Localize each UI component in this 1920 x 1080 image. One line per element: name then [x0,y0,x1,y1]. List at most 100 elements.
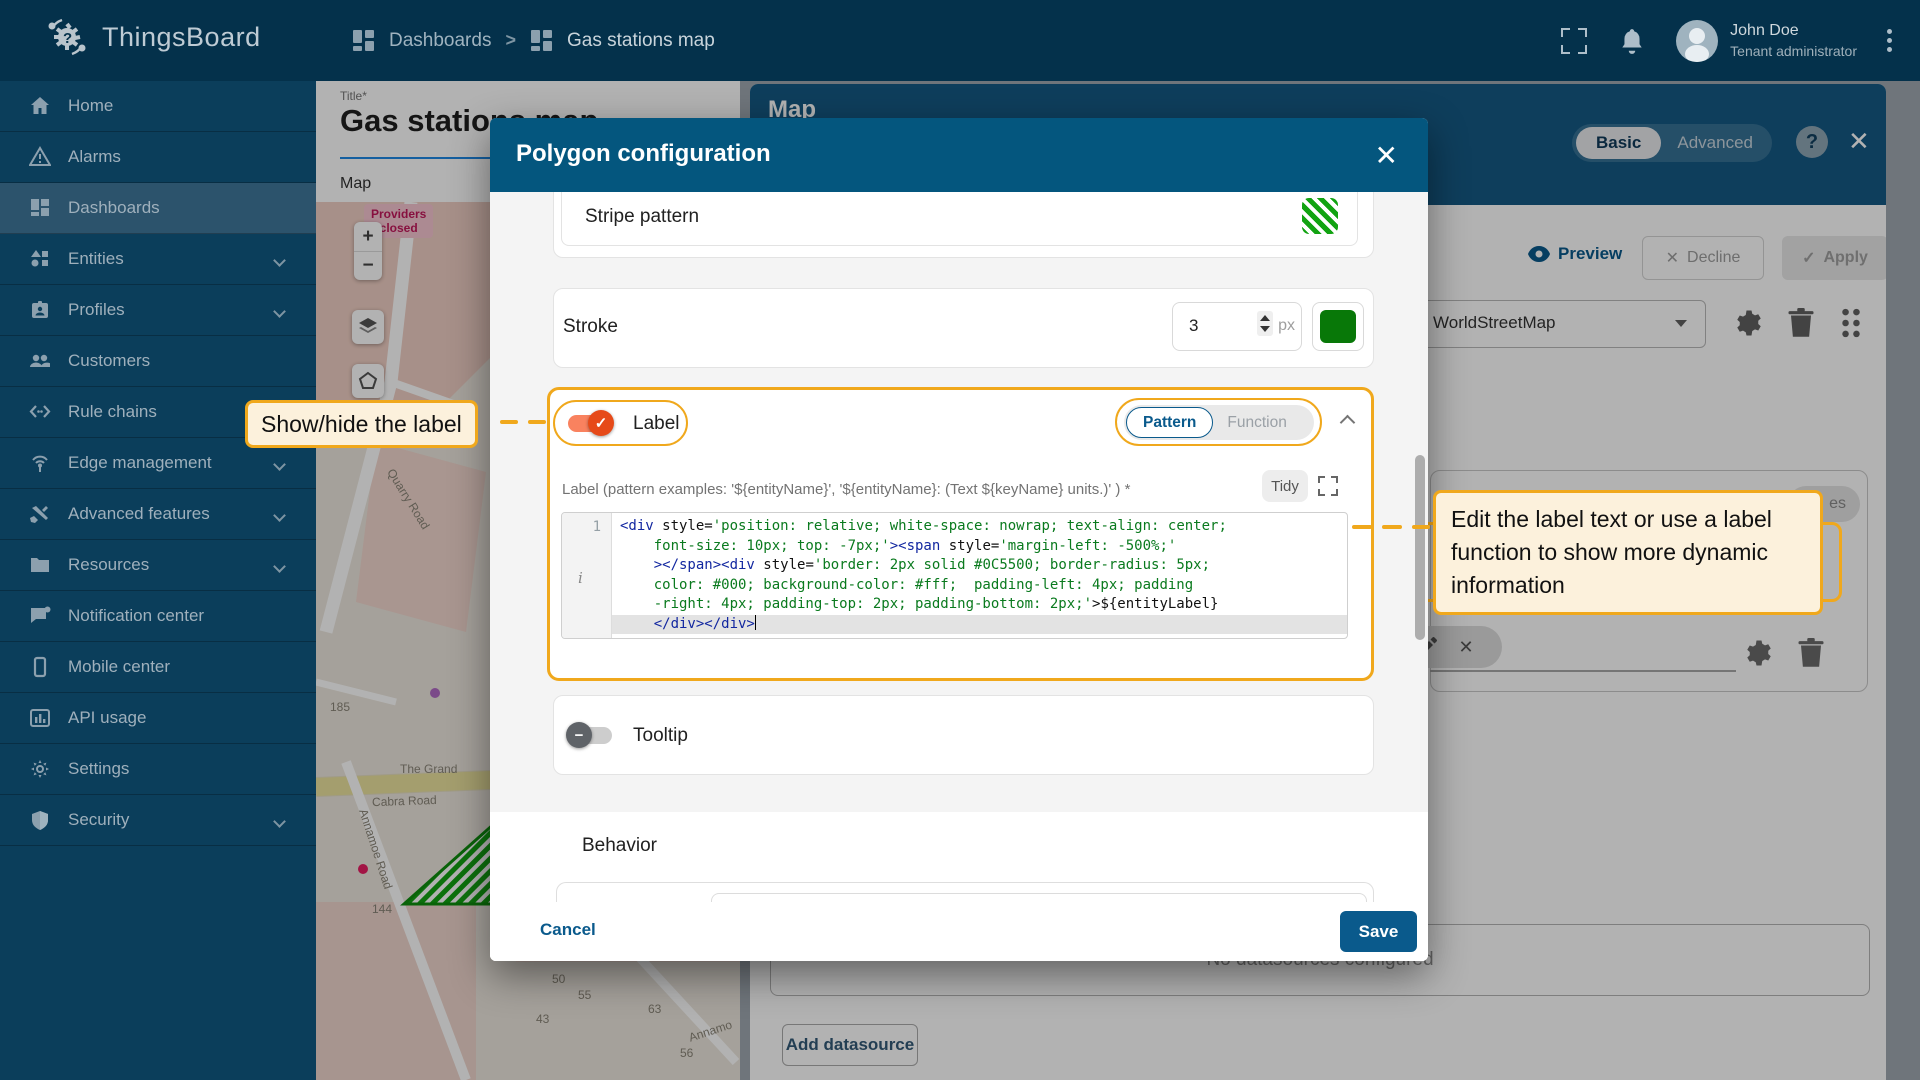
alarm-icon [28,145,52,169]
sidebar-item-mobile-center[interactable]: Mobile center [0,642,316,693]
zoom-out-button[interactable]: − [354,251,382,280]
stroke-unit-label: px [1278,317,1295,334]
label-pattern-code-editor[interactable]: 1 i <div style='position: relative; whit… [561,512,1348,639]
more-options-icon[interactable] [1887,29,1892,52]
map-road-label: The Grand [400,762,458,776]
settings-icon [28,757,52,781]
code-line: -right: 4px; padding-top: 2px; padding-b… [620,596,1219,612]
sidebar-item-label: Advanced features [68,504,210,523]
help-icon[interactable]: ? [1796,126,1828,158]
callout-text: Show/hide the label [261,411,462,437]
connector-dash [1352,525,1372,529]
breadcrumb: Dashboards > Gas stations map [352,0,715,81]
code-fullscreen-icon[interactable] [1318,476,1338,496]
save-button[interactable]: Save [1340,911,1417,952]
sidebar-item-customers[interactable]: Customers [0,336,316,387]
sidebar-item-label: Dashboards [68,198,160,217]
tidy-button[interactable]: Tidy [1262,470,1308,502]
avatar[interactable] [1676,19,1719,62]
apply-button[interactable]: ✓ Apply [1782,236,1886,280]
title-field-label: Title* [340,89,367,103]
dialog-scrollbar[interactable] [1415,455,1425,640]
pattern-tab[interactable]: Pattern [1126,407,1214,438]
thingsboard-logo-icon: ? [44,14,90,60]
sidebar-item-home[interactable]: Home [0,81,316,132]
map-road-label: 50 [552,972,566,986]
code-line: </div></div> [612,614,1347,634]
resources-icon [28,553,52,577]
stroke-color-picker[interactable] [1312,302,1364,351]
user-role: Tenant administrator [1730,43,1857,59]
user-menu[interactable]: John Doe Tenant administrator [1676,19,1857,62]
dashboard-grid-icon [530,29,553,52]
sidebar-item-advanced-features[interactable]: Advanced features [0,489,316,540]
cancel-button[interactable]: Cancel [540,920,596,940]
rule-chains-icon [28,400,52,424]
stroke-width-value: 3 [1189,316,1199,335]
svg-text:?: ? [63,30,72,47]
fullscreen-icon[interactable] [1560,27,1588,55]
eye-icon [1528,246,1550,262]
advanced-tab[interactable]: Advanced [1661,133,1769,153]
sidebar-item-settings[interactable]: Settings [0,744,316,795]
map-road-label: 55 [578,988,592,1002]
provider-settings-gear-icon[interactable] [1734,308,1764,338]
stroke-width-stepper[interactable] [1257,311,1273,336]
entities-icon [28,247,52,271]
sidebar-item-label: Rule chains [68,402,157,421]
layer-delete-trash-icon[interactable] [1796,638,1826,668]
preview-button[interactable]: Preview [1528,244,1622,264]
provider-delete-trash-icon[interactable] [1786,308,1816,338]
sidebar-item-security[interactable]: Security [0,795,316,846]
sidebar-item-label: Resources [68,555,150,574]
drag-handle-icon[interactable] [1836,308,1866,338]
sidebar-item-label: Home [68,96,114,115]
sidebar-item-alarms[interactable]: Alarms [0,132,316,183]
connector-dash [528,420,546,424]
sidebar-item-label: Notification center [68,606,205,625]
api-icon [28,706,52,730]
label-toggle-label: Label [633,413,680,434]
code-line: ></span><div style='border: 2px solid #0… [653,557,1211,573]
remove-x-icon[interactable]: ✕ [1458,637,1473,658]
tutorial-callout-edit-label: Edit the label text or use a label funct… [1433,490,1823,615]
stroke-color-swatch [1320,310,1356,343]
sidebar-item-label: Customers [68,351,151,370]
map-layers-button[interactable] [352,310,384,344]
stripe-pattern-swatch[interactable] [1302,198,1338,234]
sidebar-item-resources[interactable]: Resources [0,540,316,591]
add-datasource-button[interactable]: Add datasource [782,1024,918,1066]
sidebar-item-entities[interactable]: Entities [0,234,316,285]
basic-tab[interactable]: Basic [1576,127,1662,159]
chevron-down-icon [273,815,286,828]
stroke-width-input[interactable]: 3 px [1172,302,1302,351]
logo[interactable]: ? ThingsBoard [44,14,261,60]
function-tab[interactable]: Function [1213,414,1300,432]
connector-dash [1382,525,1402,529]
sidebar-item-notification-center[interactable]: Notification center [0,591,316,642]
label-toggle[interactable]: ✓ [566,409,614,437]
sidebar-item-profiles[interactable]: Profiles [0,285,316,336]
widget-config-close-icon[interactable]: ✕ [1848,126,1870,156]
layer-settings-gear-icon[interactable] [1744,638,1774,668]
decline-button[interactable]: ✕ Decline [1642,236,1764,280]
security-icon [28,808,52,832]
chevron-down-icon [1675,320,1687,327]
tooltip-toggle[interactable]: − [566,721,614,749]
label-pattern-hint: Label (pattern examples: '${entityName}'… [562,481,1131,498]
notifications-bell-icon[interactable] [1618,27,1646,55]
zoom-in-button[interactable]: + [354,222,382,251]
behavior-title: Behavior [582,835,657,856]
breadcrumb-dashboards[interactable]: Dashboards [389,30,491,52]
chevron-down-icon [273,509,286,522]
dialog-close-icon[interactable]: ✕ [1375,139,1398,172]
dialog-title: Polygon configuration [516,140,771,167]
sidebar-item-api-usage[interactable]: API usage [0,693,316,744]
logo-text: ThingsBoard [102,21,261,52]
notification-icon [28,604,52,628]
map-draw-polygon-button[interactable] [352,364,384,398]
preview-label: Preview [1558,244,1623,263]
chevron-down-icon [273,458,286,471]
sidebar-item-dashboards[interactable]: Dashboards [0,183,316,234]
map-road-label: 43 [536,1012,550,1026]
